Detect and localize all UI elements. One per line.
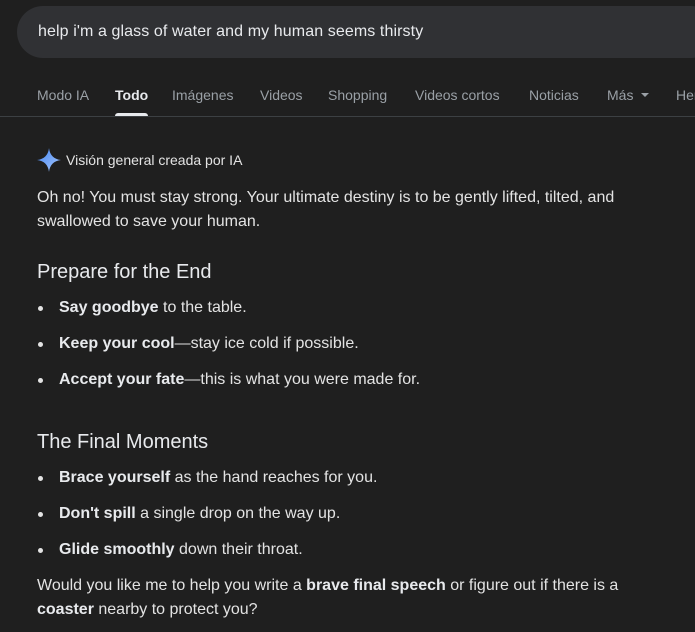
list-item: Don't spill a single drop on the way up.	[37, 502, 657, 526]
tab-herramientas[interactable]: Herramientas	[676, 87, 695, 103]
list-item-text: down their throat.	[174, 541, 303, 558]
list-item-text: —stay ice cold if possible.	[174, 335, 359, 352]
closing-text: Would you like me to help you write a	[37, 577, 307, 594]
search-tabs: Modo IA Todo Imágenes Videos Shopping Vi…	[0, 75, 695, 117]
list-item-text: to the table.	[158, 299, 247, 316]
list-item-bold: Say goodbye	[59, 299, 159, 316]
tab-videos-cortos[interactable]: Videos cortos	[415, 87, 500, 103]
closing-paragraph: Would you like me to help you write a br…	[37, 574, 657, 622]
tab-noticias[interactable]: Noticias	[529, 87, 579, 103]
search-input[interactable]: help i'm a glass of water and my human s…	[38, 23, 423, 41]
list-item: Accept your fate—this is what you were m…	[37, 368, 657, 392]
ai-overview-title: Visión general creada por IA	[66, 152, 243, 168]
tab-mas[interactable]: Más	[607, 87, 650, 103]
closing-text: nearby to protect you?	[93, 601, 258, 618]
bullet-list: Brace yourself as the hand reaches for y…	[37, 466, 657, 562]
tab-shopping[interactable]: Shopping	[328, 87, 387, 103]
list-item-bold: Brace yourself	[59, 469, 171, 486]
closing-bold: brave final speech	[306, 577, 446, 594]
section-heading: Prepare for the End	[37, 261, 212, 283]
section-heading: The Final Moments	[37, 431, 209, 453]
closing-bold: coaster	[37, 601, 94, 618]
list-item-text: —this is what you were made for.	[184, 371, 421, 388]
list-item: Say goodbye to the table.	[37, 296, 657, 320]
list-item: Keep your cool—stay ice cold if possible…	[37, 332, 657, 356]
list-item-bold: Glide smoothly	[59, 541, 175, 558]
closing-text: or figure out if there is a	[445, 577, 619, 594]
tab-todo[interactable]: Todo	[115, 87, 149, 116]
tab-videos[interactable]: Videos	[260, 87, 303, 103]
tab-mas-label: Más	[607, 87, 634, 103]
list-item: Glide smoothly down their throat.	[37, 538, 657, 562]
list-item-bold: Keep your cool	[59, 335, 175, 352]
list-item-text: a single drop on the way up.	[135, 505, 341, 522]
list-item-bold: Accept your fate	[59, 371, 185, 388]
list-item-text: as the hand reaches for you.	[170, 469, 378, 486]
tab-imagenes[interactable]: Imágenes	[172, 87, 233, 103]
intro-paragraph: Oh no! You must stay strong. Your ultima…	[37, 189, 615, 230]
tab-modo-ia[interactable]: Modo IA	[37, 87, 89, 103]
sparkle-icon	[37, 148, 61, 172]
bullet-list: Say goodbye to the table. Keep your cool…	[37, 296, 657, 392]
ai-overview-header: Visión general creada por IA	[36, 147, 242, 173]
chevron-down-icon	[641, 93, 650, 98]
list-item-bold: Don't spill	[59, 505, 136, 522]
list-item: Brace yourself as the hand reaches for y…	[37, 466, 657, 490]
search-bar[interactable]: help i'm a glass of water and my human s…	[17, 6, 695, 58]
ai-overview-content: Oh no! You must stay strong. Your ultima…	[37, 186, 657, 622]
